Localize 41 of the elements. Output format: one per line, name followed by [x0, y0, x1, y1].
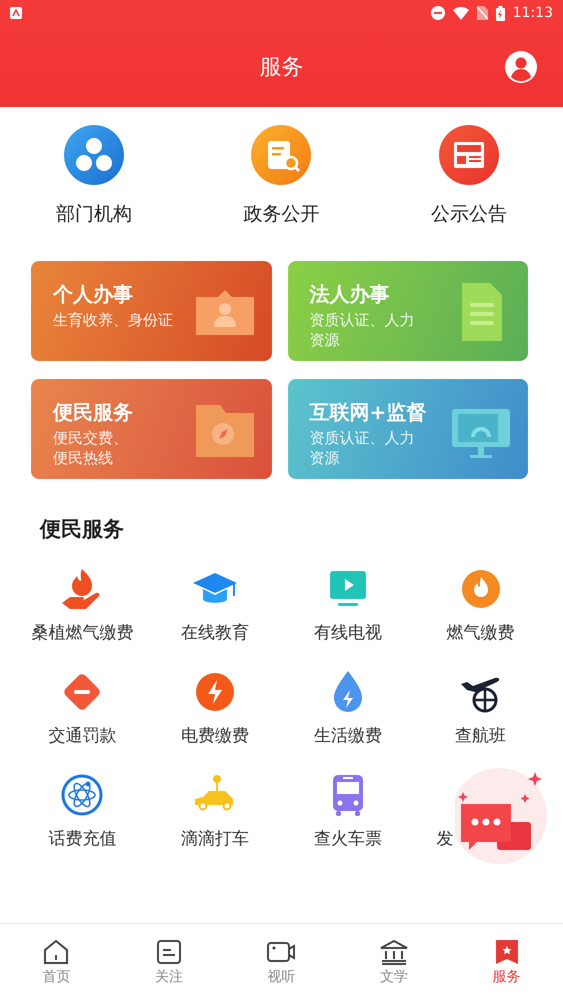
card-subtitle: 生育收养、身份证: [53, 310, 173, 330]
service-label[interactable]: 有线电视: [314, 621, 382, 644]
quick-link-label[interactable]: 部门机构: [56, 201, 132, 227]
service-label[interactable]: 燃气缴费: [446, 621, 515, 644]
page-title: 服务: [260, 54, 304, 82]
section-title: 便民服务: [40, 516, 125, 543]
battery-charging-icon: [496, 6, 505, 20]
service-label[interactable]: 在线教育: [181, 621, 250, 644]
card-title: 便民服务: [53, 399, 133, 426]
card-subtitle: 资质认证、人力资源: [310, 310, 416, 350]
service-label[interactable]: 滴滴打车: [181, 827, 250, 850]
quick-link-label[interactable]: 政务公开: [243, 201, 320, 227]
card-title: 个人办事: [53, 281, 134, 308]
quick-link-label[interactable]: 公示公告: [431, 201, 508, 227]
people-circle-icon: [64, 125, 124, 185]
nav-tab[interactable]: 关注: [112, 924, 226, 1000]
card-title: 互联网+监督: [310, 399, 426, 426]
service-label[interactable]: 话费充值: [48, 827, 116, 850]
nav-tab[interactable]: 首页: [0, 924, 113, 1000]
museum-icon: [379, 938, 410, 966]
card-subtitle: 资质认证、人力资源: [310, 428, 416, 468]
news-icon: [439, 125, 500, 185]
document-search-icon: [251, 125, 312, 185]
service-label[interactable]: 查航班: [455, 724, 506, 747]
nav-tab[interactable]: 文学: [338, 924, 450, 1000]
nav-tab[interactable]: 服务: [450, 924, 563, 1000]
status-time: 11:13: [512, 5, 553, 21]
service-label[interactable]: 交通罚款: [48, 724, 116, 747]
nav-tab[interactable]: 视听: [225, 924, 338, 1000]
do-not-disturb-icon: [430, 6, 445, 20]
service-label[interactable]: 生活缴费: [314, 724, 382, 747]
service-label[interactable]: 桑植燃气缴费: [31, 621, 134, 644]
user-avatar-icon[interactable]: [505, 50, 537, 82]
app-notification-icon: [10, 7, 22, 19]
no-sim-icon: [476, 6, 488, 20]
service-label[interactable]: 查火车票: [314, 827, 382, 850]
service-label[interactable]: 发: [436, 827, 454, 850]
card-title: 法人办事: [310, 281, 390, 308]
service-label[interactable]: 电费缴费: [181, 724, 250, 747]
wifi-icon: [452, 6, 469, 20]
card-subtitle: 便民交费、便民热线: [53, 428, 129, 468]
